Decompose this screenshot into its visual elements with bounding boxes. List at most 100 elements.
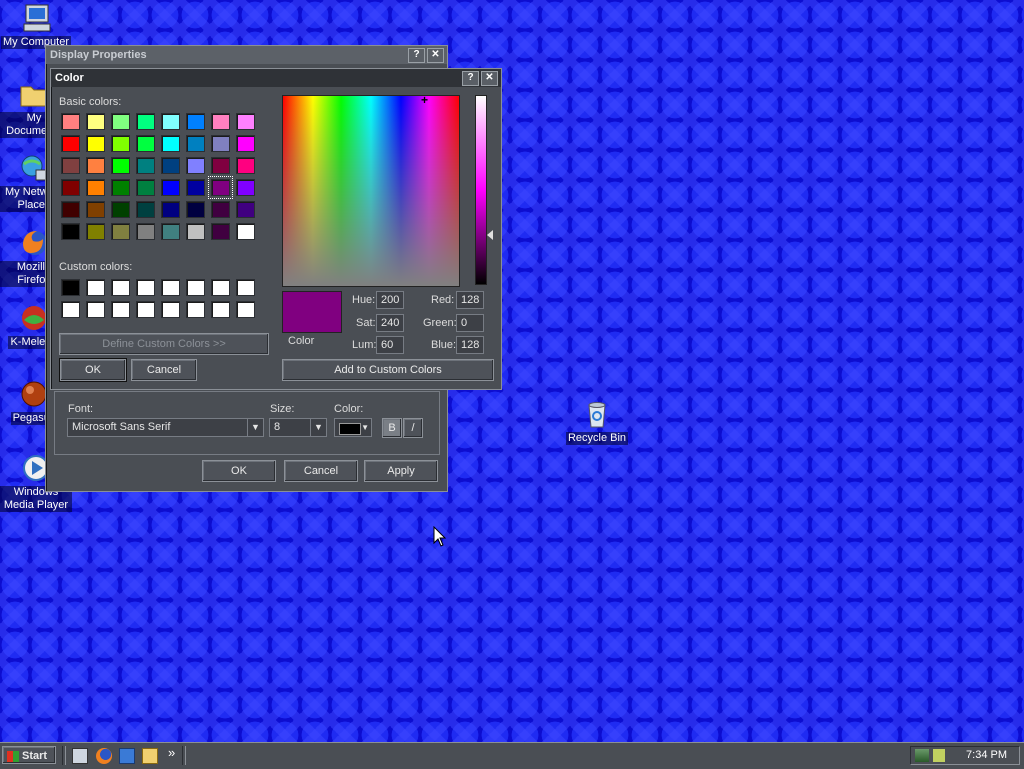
display-properties-titlebar[interactable]: Display Properties ? ✕ bbox=[46, 46, 447, 64]
custom-color-swatch[interactable] bbox=[86, 279, 105, 296]
network-tray-icon[interactable] bbox=[915, 749, 929, 762]
basic-color-swatch[interactable] bbox=[186, 179, 205, 196]
custom-color-swatch[interactable] bbox=[61, 279, 80, 296]
basic-color-swatch[interactable] bbox=[236, 223, 255, 240]
custom-color-swatch[interactable] bbox=[86, 301, 105, 318]
basic-color-swatch[interactable] bbox=[86, 179, 105, 196]
basic-color-swatch[interactable] bbox=[211, 113, 230, 130]
quick-launch-desktop-icon[interactable] bbox=[72, 748, 88, 764]
custom-color-swatch[interactable] bbox=[161, 301, 180, 318]
luminance-slider[interactable] bbox=[475, 95, 487, 285]
basic-color-swatch[interactable] bbox=[161, 223, 180, 240]
basic-color-swatch[interactable] bbox=[136, 135, 155, 152]
color-picker-button[interactable]: ▼ bbox=[334, 418, 372, 437]
blue-input[interactable]: 128 bbox=[456, 336, 484, 354]
italic-button[interactable]: / bbox=[403, 418, 423, 438]
color-dialog-titlebar[interactable]: Color ? ✕ bbox=[51, 69, 501, 87]
basic-color-swatch[interactable] bbox=[236, 157, 255, 174]
help-button[interactable]: ? bbox=[462, 70, 479, 86]
close-button[interactable]: ✕ bbox=[427, 47, 444, 63]
custom-color-swatch[interactable] bbox=[211, 279, 230, 296]
define-custom-colors-button[interactable]: Define Custom Colors >> bbox=[59, 333, 269, 355]
ok-button[interactable]: OK bbox=[59, 358, 127, 382]
basic-color-swatch[interactable] bbox=[61, 201, 80, 218]
bold-button[interactable]: B bbox=[382, 418, 402, 438]
basic-color-swatch[interactable] bbox=[186, 135, 205, 152]
hue-input[interactable]: 200 bbox=[376, 291, 404, 309]
basic-color-swatch[interactable] bbox=[186, 113, 205, 130]
close-button[interactable]: ✕ bbox=[481, 70, 498, 86]
basic-color-swatch[interactable] bbox=[111, 113, 130, 130]
basic-color-swatch[interactable] bbox=[61, 135, 80, 152]
basic-color-swatch[interactable] bbox=[161, 157, 180, 174]
basic-color-swatch[interactable] bbox=[161, 135, 180, 152]
add-to-custom-colors-button[interactable]: Add to Custom Colors bbox=[282, 359, 494, 381]
sat-input[interactable]: 240 bbox=[376, 314, 404, 332]
custom-color-swatch[interactable] bbox=[111, 301, 130, 318]
basic-color-swatch[interactable] bbox=[111, 223, 130, 240]
basic-color-swatch[interactable] bbox=[136, 113, 155, 130]
basic-color-swatch[interactable] bbox=[211, 223, 230, 240]
basic-color-swatch[interactable] bbox=[136, 201, 155, 218]
custom-color-swatch[interactable] bbox=[136, 279, 155, 296]
cancel-button[interactable]: Cancel bbox=[284, 460, 358, 482]
custom-color-swatch[interactable] bbox=[186, 301, 205, 318]
clock[interactable]: 7:34 PM bbox=[966, 749, 1007, 761]
custom-color-swatch[interactable] bbox=[211, 301, 230, 318]
basic-color-swatch[interactable] bbox=[111, 201, 130, 218]
quick-launch-explorer-icon[interactable] bbox=[142, 748, 158, 764]
basic-color-swatch[interactable] bbox=[236, 113, 255, 130]
basic-color-swatch[interactable] bbox=[61, 113, 80, 130]
luminance-arrow-icon[interactable] bbox=[487, 230, 493, 240]
size-select[interactable]: 8 ▼ bbox=[269, 418, 327, 437]
basic-color-swatch[interactable] bbox=[86, 201, 105, 218]
basic-color-swatch[interactable] bbox=[186, 223, 205, 240]
custom-color-swatch[interactable] bbox=[61, 301, 80, 318]
font-select[interactable]: Microsoft Sans Serif ▼ bbox=[67, 418, 264, 437]
help-button[interactable]: ? bbox=[408, 47, 425, 63]
basic-color-swatch[interactable] bbox=[236, 135, 255, 152]
basic-color-swatch[interactable] bbox=[61, 223, 80, 240]
ok-button[interactable]: OK bbox=[202, 460, 276, 482]
basic-color-swatch[interactable] bbox=[61, 157, 80, 174]
basic-color-swatch[interactable] bbox=[211, 135, 230, 152]
lum-input[interactable]: 60 bbox=[376, 336, 404, 354]
basic-color-swatch[interactable] bbox=[208, 176, 233, 199]
custom-color-swatch[interactable] bbox=[236, 279, 255, 296]
basic-color-swatch[interactable] bbox=[61, 179, 80, 196]
start-button[interactable]: Start bbox=[2, 746, 56, 764]
quick-launch-outlook-icon[interactable] bbox=[119, 748, 135, 764]
basic-color-swatch[interactable] bbox=[211, 201, 230, 218]
volume-tray-icon[interactable] bbox=[933, 749, 945, 762]
basic-color-swatch[interactable] bbox=[86, 223, 105, 240]
custom-color-swatch[interactable] bbox=[186, 279, 205, 296]
basic-color-swatch[interactable] bbox=[136, 157, 155, 174]
basic-color-swatch[interactable] bbox=[186, 201, 205, 218]
custom-color-swatch[interactable] bbox=[111, 279, 130, 296]
custom-color-swatch[interactable] bbox=[161, 279, 180, 296]
basic-color-swatch[interactable] bbox=[136, 179, 155, 196]
basic-color-swatch[interactable] bbox=[86, 135, 105, 152]
color-spectrum[interactable]: + bbox=[282, 94, 460, 287]
quick-launch-firefox-icon[interactable] bbox=[96, 748, 112, 764]
basic-color-swatch[interactable] bbox=[111, 179, 130, 196]
basic-color-swatch[interactable] bbox=[161, 113, 180, 130]
custom-color-swatch[interactable] bbox=[236, 301, 255, 318]
red-input[interactable]: 128 bbox=[456, 291, 484, 309]
basic-color-swatch[interactable] bbox=[86, 113, 105, 130]
basic-color-swatch[interactable] bbox=[111, 135, 130, 152]
basic-color-swatch[interactable] bbox=[161, 179, 180, 196]
basic-color-swatch[interactable] bbox=[236, 201, 255, 218]
basic-color-swatch[interactable] bbox=[186, 157, 205, 174]
green-input[interactable]: 0 bbox=[456, 314, 484, 332]
quick-launch-chevron[interactable]: » bbox=[168, 745, 175, 760]
basic-color-swatch[interactable] bbox=[236, 179, 255, 196]
basic-color-swatch[interactable] bbox=[86, 157, 105, 174]
custom-color-swatch[interactable] bbox=[136, 301, 155, 318]
cancel-button[interactable]: Cancel bbox=[131, 359, 197, 381]
apply-button[interactable]: Apply bbox=[364, 460, 438, 482]
basic-color-swatch[interactable] bbox=[111, 157, 130, 174]
desktop-icon-my-computer[interactable]: My Computer bbox=[0, 2, 72, 49]
basic-color-swatch[interactable] bbox=[161, 201, 180, 218]
basic-color-swatch[interactable] bbox=[211, 157, 230, 174]
